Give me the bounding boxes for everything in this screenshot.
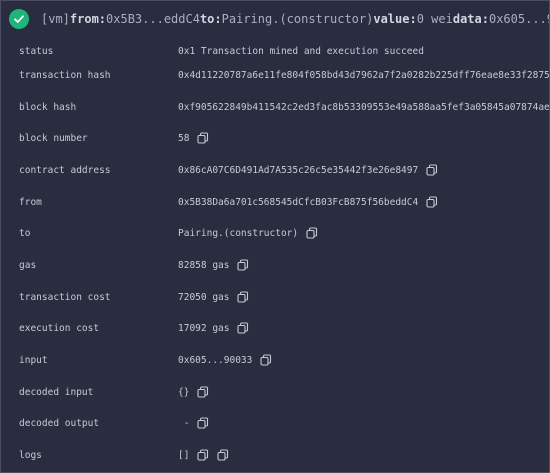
header-value-key: value: (373, 12, 417, 26)
field-value-group: Pairing.(constructor) (178, 227, 318, 239)
success-check-icon (9, 9, 29, 29)
field-label: block hash (19, 101, 77, 113)
copy-icon[interactable] (426, 196, 438, 208)
field-row-gas: gas 82858 gas (1, 255, 549, 275)
copy-icon[interactable] (426, 164, 438, 176)
field-value: 0x86cA07C6D491Ad7A535c26c5e35442f3e26e84… (178, 164, 419, 176)
copy-icon[interactable] (197, 386, 209, 398)
field-value-group: 0x1 Transaction mined and execution succ… (178, 46, 424, 57)
field-label: input (19, 354, 48, 366)
field-value: 82858 gas (178, 259, 230, 271)
field-value-group: 0xf905622849b411542c2ed3fac8b53309553e49… (178, 101, 550, 113)
field-label: transaction cost (19, 291, 111, 303)
copy-icon[interactable] (237, 259, 249, 271)
header-value-value: 0 wei (416, 12, 453, 26)
field-row-status: status 0x1 Transaction mined and executio… (1, 41, 549, 61)
field-value: [] (178, 449, 190, 461)
field-label: logs (19, 449, 42, 461)
field-value: - (178, 417, 190, 429)
field-value-group: - (178, 417, 209, 429)
field-value: {} (178, 386, 190, 398)
field-value: 0xf905622849b411542c2ed3fac8b53309553e49… (178, 101, 550, 113)
field-label: transaction hash (19, 69, 111, 81)
field-value: 58 (178, 132, 190, 144)
header-data-value: 0x605...90033 (488, 12, 549, 26)
field-row-logs: logs [] (1, 445, 549, 465)
field-value: Pairing.(constructor) (178, 227, 299, 239)
field-label: decoded output (19, 417, 100, 429)
copy-icon[interactable] (237, 291, 249, 303)
transaction-details-panel: [vm] from: 0x5B3...eddC4 to: Pairing.(co… (0, 0, 550, 473)
field-value-group: 0x5B38Da6a701c568545dCfcB03FcB875f56bedd… (178, 196, 438, 208)
field-row-transaction-cost: transaction cost 72050 gas (1, 287, 549, 307)
field-value: 17092 gas (178, 322, 230, 334)
copy-icon[interactable] (197, 449, 209, 461)
copy-icon[interactable] (197, 132, 209, 144)
field-value-group: 58 (178, 132, 209, 144)
field-row-block-number: block number 58 (1, 128, 549, 148)
header-from-key: from: (69, 12, 107, 26)
header-from-value: 0x5B3...eddC4 (106, 12, 200, 26)
field-value-group: 0x86cA07C6D491Ad7A535c26c5e35442f3e26e84… (178, 164, 438, 176)
copy-icon[interactable] (306, 227, 318, 239)
copy-icon[interactable] (197, 417, 209, 429)
field-value: 0x1 Transaction mined and execution succ… (178, 45, 424, 57)
field-value: 0x4d11220787a6e11fe804f058bd43d7962a7f2a… (178, 69, 550, 81)
field-row-decoded-output: decoded output - (1, 413, 549, 433)
field-value-group: 17092 gas (178, 322, 249, 334)
field-label: to (19, 227, 31, 239)
field-value: 72050 gas (178, 291, 230, 303)
field-value: 0x605...90033 (178, 354, 253, 366)
field-row-execution-cost: execution cost 17092 gas (1, 318, 549, 338)
field-row-from: from 0x5B38Da6a701c568545dCfcB03FcB875f56… (1, 192, 549, 212)
field-label: contract address (19, 164, 111, 176)
field-row-to: to Pairing.(constructor) (1, 223, 549, 243)
field-row-transaction-hash: transaction hash 0x4d11220787a6e11fe804f0… (1, 65, 549, 85)
copy-icon[interactable] (217, 449, 229, 461)
header-data-key: data: (452, 12, 489, 26)
field-label: block number (19, 132, 88, 144)
field-row-contract-address: contract address 0x86cA07C6D491Ad7A535c26… (1, 160, 549, 180)
field-row-block-hash: block hash 0xf905622849b411542c2ed3fac8b5… (1, 97, 549, 117)
field-value-group: 82858 gas (178, 259, 249, 271)
field-row-input: input 0x605...90033 (1, 350, 549, 370)
field-value-group: {} (178, 386, 209, 398)
field-value: 0x5B38Da6a701c568545dCfcB03FcB875f56bedd… (178, 196, 419, 208)
header-to-key: to: (199, 12, 222, 26)
field-label: status (19, 45, 54, 57)
copy-icon[interactable] (237, 322, 249, 334)
field-label: from (19, 196, 42, 208)
field-value-group: 0x605...90033 (178, 354, 272, 366)
field-label: execution cost (19, 322, 100, 334)
transaction-header[interactable]: [vm] from: 0x5B3...eddC4 to: Pairing.(co… (1, 1, 549, 37)
field-value-group: 72050 gas (178, 291, 249, 303)
header-to-value: Pairing.(constructor) (221, 12, 374, 26)
field-value-group: 0x4d11220787a6e11fe804f058bd43d7962a7f2a… (178, 69, 550, 81)
network-tag: [vm] (41, 12, 70, 26)
field-row-decoded-input: decoded input {} (1, 382, 549, 402)
field-value-group: [] (178, 449, 229, 461)
field-label: decoded input (19, 386, 94, 398)
field-label: gas (19, 259, 37, 271)
copy-icon[interactable] (260, 354, 272, 366)
